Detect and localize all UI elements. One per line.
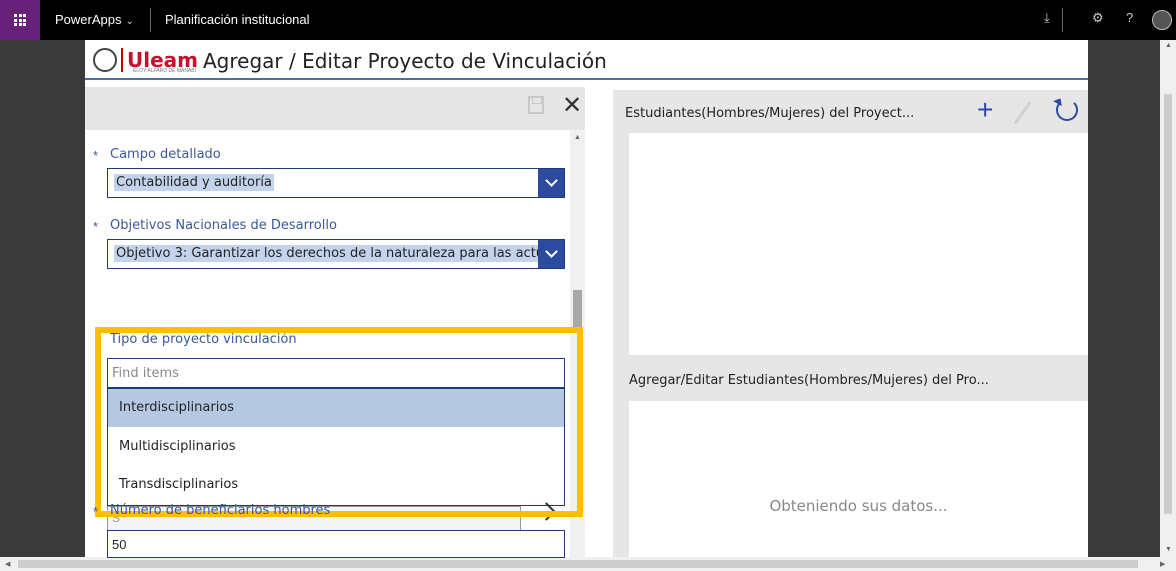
screen-header: Uleam ELOY ALFARO DE MANABÍ Agregar / Ed… <box>85 40 1088 80</box>
scroll-up-icon[interactable]: ▲ <box>574 134 581 141</box>
form-toolbar: ✕ <box>85 87 585 130</box>
campo-detallado-dropdown[interactable]: Contabilidad y auditoría <box>107 168 565 198</box>
objetivos-dropdown[interactable]: Objetivo 3: Garantizar los derechos de l… <box>107 239 565 269</box>
gallery-header: Estudiantes(Hombres/Mujeres) del Proyect… <box>613 90 1088 133</box>
app-name-menu[interactable]: PowerApps ⌄ <box>55 12 134 27</box>
help-icon[interactable]: ? <box>1126 10 1133 25</box>
dropdown-value: Contabilidad y auditoría <box>114 174 274 191</box>
beneficiarios-label: Número de beneficiarios hombres <box>110 503 331 518</box>
app-launcher-button[interactable] <box>0 0 40 40</box>
scroll-down-icon[interactable]: ▼ <box>1165 546 1172 553</box>
breadcrumb[interactable]: Planificación institucional <box>165 12 310 27</box>
save-icon[interactable] <box>528 96 544 114</box>
seal-icon <box>93 48 117 72</box>
download-icon[interactable]: ⤓ <box>1044 10 1050 26</box>
edit-form-panel: ✕ ▲ * Campo detallado Contabilidad y aud… <box>85 87 585 558</box>
required-mark: * <box>93 219 99 234</box>
page-title: Agregar / Editar Proyecto de Vinculación <box>203 49 607 73</box>
left-gutter <box>0 40 85 557</box>
page-horizontal-scrollbar[interactable]: ◀ ▶ <box>0 557 1176 571</box>
avatar[interactable] <box>1152 10 1172 30</box>
divider <box>150 8 151 32</box>
app-name-label: PowerApps <box>55 12 122 27</box>
scroll-left-icon[interactable]: ◀ <box>5 560 10 568</box>
beneficiarios-input[interactable]: 50 <box>107 530 565 558</box>
chevron-down-icon[interactable] <box>538 169 564 197</box>
logo-subtitle: ELOY ALFARO DE MANABÍ <box>133 68 196 74</box>
edit-icon[interactable] <box>1013 101 1032 125</box>
plus-icon[interactable]: + <box>977 94 993 126</box>
gear-icon[interactable]: ⚙ <box>1092 10 1104 26</box>
objetivos-label: Objetivos Nacionales de Desarrollo <box>110 218 337 233</box>
required-mark: * <box>93 148 99 163</box>
page-vertical-scrollbar[interactable]: ▲ ▼ <box>1160 40 1176 557</box>
app-canvas: Uleam ELOY ALFARO DE MANABÍ Agregar / Ed… <box>85 40 1088 558</box>
refresh-icon[interactable] <box>1056 99 1078 121</box>
students-panel: Estudiantes(Hombres/Mujeres) del Proyect… <box>613 90 1088 557</box>
chevron-down-icon[interactable] <box>538 240 564 268</box>
scrollbar-thumb[interactable] <box>1164 94 1172 514</box>
student-form-header: Agregar/Editar Estudiantes(Hombres/Mujer… <box>613 355 1088 401</box>
student-edit-form: Obteniendo sus datos... <box>629 401 1088 557</box>
close-icon[interactable]: ✕ <box>562 91 582 120</box>
waffle-icon <box>14 14 26 26</box>
students-gallery[interactable] <box>629 133 1088 355</box>
loading-message: Obteniendo sus datos... <box>769 497 948 515</box>
top-bar: PowerApps ⌄ Planificación institucional ⤓… <box>0 0 1176 40</box>
gallery-title: Estudiantes(Hombres/Mujeres) del Proyect… <box>625 106 915 121</box>
uleam-logo: Uleam ELOY ALFARO DE MANABÍ <box>93 44 198 76</box>
campo-detallado-label: Campo detallado <box>110 147 221 162</box>
scrollbar-thumb[interactable] <box>18 560 1138 568</box>
chevron-down-icon: ⌄ <box>125 16 134 27</box>
panel-gutter <box>613 133 629 557</box>
divider <box>121 48 123 72</box>
highlight-box <box>95 327 583 517</box>
dropdown-value: Objetivo 3: Garantizar los derechos de l… <box>114 245 538 262</box>
student-form-title: Agregar/Editar Estudiantes(Hombres/Mujer… <box>629 373 989 388</box>
scrollbar-thumb[interactable] <box>573 290 582 328</box>
scroll-up-icon[interactable]: ▲ <box>1165 42 1172 49</box>
input-value: 50 <box>112 537 127 552</box>
divider <box>1062 8 1063 32</box>
right-gutter <box>1088 40 1160 557</box>
required-mark: * <box>93 504 99 519</box>
scroll-right-icon[interactable]: ▶ <box>1160 560 1165 568</box>
